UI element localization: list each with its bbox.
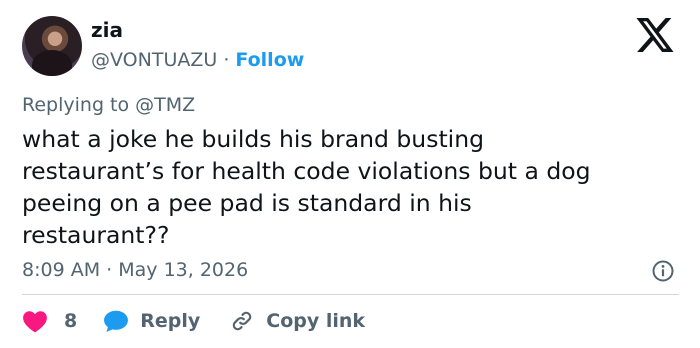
speech-bubble-icon [104, 310, 129, 332]
like-button[interactable]: 8 [22, 309, 77, 333]
reply-button[interactable]: Reply [103, 309, 200, 333]
copy-link-button[interactable]: Copy link [229, 309, 365, 333]
tweet-text-line: peeing on a pee pad is standard in his [22, 189, 472, 217]
tweet-text-line: restaurant’s for health code violations … [22, 157, 591, 185]
replying-to-prefix: Replying to [22, 94, 136, 116]
reply-label: Reply [140, 310, 201, 332]
heart-icon [23, 311, 47, 333]
action-bar: 8 Reply Copy link [22, 306, 365, 336]
divider [22, 294, 679, 295]
x-logo-icon[interactable] [636, 18, 674, 52]
copy-link-label: Copy link [266, 310, 366, 332]
handle-row: @VONTUAZU · Follow [91, 47, 304, 73]
tweet-text: what a joke he builds his brand busting … [22, 123, 682, 251]
user-handle[interactable]: @VONTUAZU [91, 49, 217, 71]
display-name[interactable]: zia [91, 17, 123, 43]
tweet-text-line: what a joke he builds his brand busting [22, 125, 485, 153]
avatar[interactable] [22, 16, 82, 76]
replying-to: Replying to @TMZ [22, 92, 195, 118]
tweet-meta: 8:09 AM · May 13, 2026 [22, 257, 248, 283]
handle-separator: · [223, 49, 230, 71]
tweet-time[interactable]: 8:09 AM [22, 259, 100, 281]
link-icon [233, 311, 252, 331]
follow-button[interactable]: Follow [235, 49, 304, 71]
like-count: 8 [64, 310, 78, 332]
replying-to-mention[interactable]: @TMZ [135, 94, 195, 116]
info-icon[interactable] [651, 259, 675, 283]
meta-separator: · [106, 259, 113, 281]
tweet-date[interactable]: May 13, 2026 [118, 259, 248, 281]
tweet-text-line: restaurant?? [22, 221, 170, 249]
